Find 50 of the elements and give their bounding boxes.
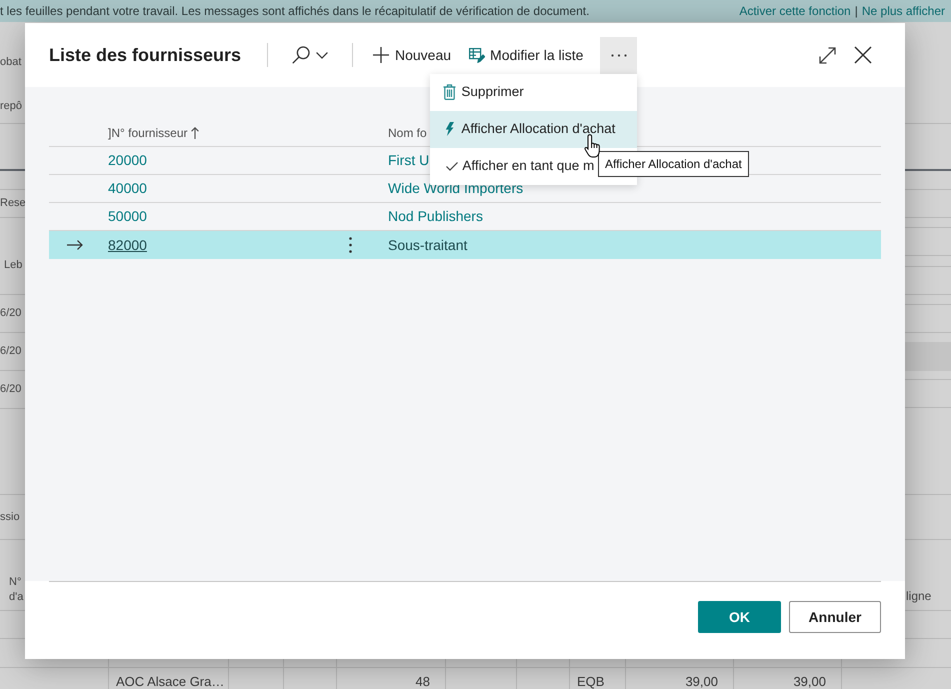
background-text: 6/20 [0, 383, 22, 395]
table-cell: 48 [337, 668, 446, 689]
plus-icon [373, 47, 389, 63]
search-icon [292, 46, 310, 64]
edit-list-button[interactable]: Modifier la liste [462, 39, 590, 71]
vendor-name-link[interactable]: Nod Publishers [388, 208, 483, 224]
background-text: repô [0, 100, 22, 112]
vendor-number-link[interactable]: 20000 [108, 152, 147, 168]
new-button[interactable]: Nouveau [366, 39, 458, 71]
background-text: d'a [9, 591, 24, 603]
menu-item[interactable]: Afficher Allocation d'achat [430, 110, 638, 148]
column-header[interactable]: Nom fo [388, 124, 427, 142]
ok-button[interactable]: OK [698, 601, 781, 633]
close-icon[interactable] [854, 46, 872, 64]
background-text: N° [9, 576, 22, 588]
background-text: obat [0, 56, 22, 68]
cancel-button[interactable]: Annuler [789, 601, 881, 633]
vendor-number-link[interactable]: 40000 [108, 180, 147, 196]
background-text: 6/20 [0, 345, 22, 357]
highlighted-row [905, 342, 951, 371]
vendor-name-link[interactable]: Sous-traitant [388, 236, 468, 252]
vendor-number-link[interactable]: 50000 [108, 208, 147, 224]
table-edit-icon [469, 47, 486, 63]
vendor-name-link[interactable]: First U [388, 152, 430, 168]
background-text: ssio [0, 511, 20, 523]
table-cell: AOC Alsace Gra… [109, 668, 229, 689]
tooltip: Afficher Allocation d'achat [598, 151, 749, 177]
banner-message: t les feuilles pendant votre travail. Les messages sont affichés dans le récapitulatif de vérification de document. [0, 3, 590, 20]
link-separator: | [854, 3, 858, 20]
vendor-number-link[interactable]: 82000 [108, 236, 147, 252]
column-header[interactable]: ]N° fournisseur [108, 124, 198, 142]
background-text: ligne [906, 589, 932, 603]
background-text: Rese [0, 197, 25, 209]
right-arrow-icon [66, 240, 82, 250]
table-row[interactable]: 82000 Sous-traitant [49, 231, 881, 259]
more-options-icon[interactable] [349, 237, 352, 253]
more-icon [610, 54, 627, 56]
menu-item[interactable]: Supprimer [430, 74, 638, 110]
trash-icon [443, 84, 456, 100]
table-cell: EQB [570, 668, 626, 689]
table-cell: 39,00 [734, 668, 842, 689]
background-text: 6/20 [0, 307, 22, 319]
table-cell: 39,00 [626, 668, 734, 689]
lightning-icon [445, 122, 454, 136]
dialog-title: Liste des fournisseurs [49, 44, 242, 66]
hand-cursor-icon [584, 134, 602, 158]
check-icon [446, 162, 458, 170]
background-text: Leb [4, 259, 22, 271]
chevron-down-icon [316, 52, 328, 58]
expand-icon[interactable] [819, 46, 836, 64]
